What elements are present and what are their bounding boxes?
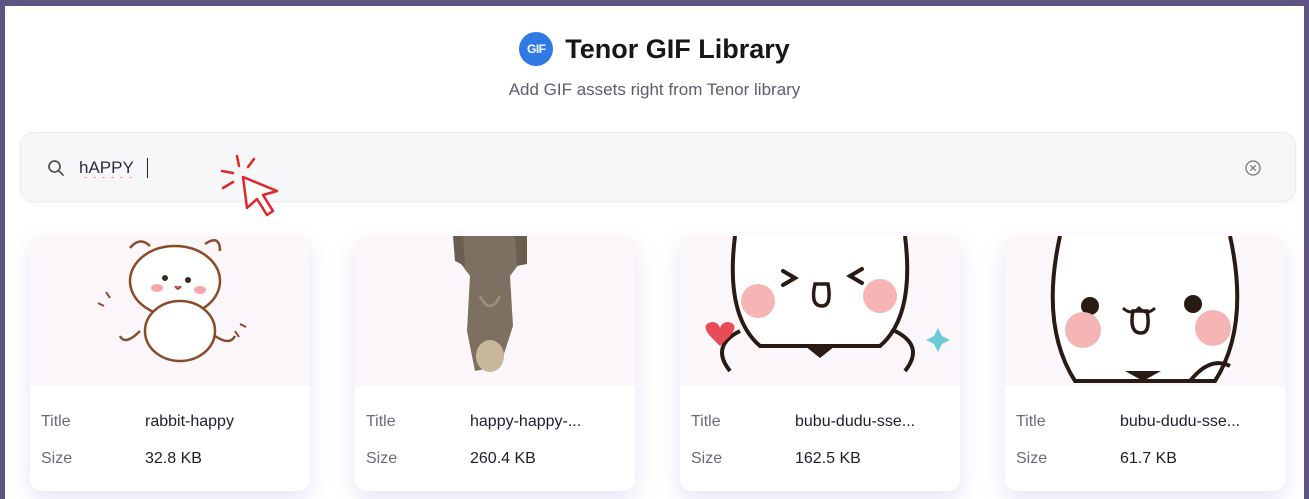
header: GIF Tenor GIF Library Add GIF assets rig… xyxy=(5,32,1304,100)
clear-icon[interactable] xyxy=(1244,159,1262,177)
search-bar[interactable] xyxy=(20,132,1296,202)
gif-card-meta: Title rabbit-happy Size 32.8 KB xyxy=(30,386,310,491)
size-label: Size xyxy=(1016,450,1048,467)
size-label: Size xyxy=(691,450,723,467)
title-label: Title xyxy=(1016,413,1046,430)
gif-library-panel: GIF Tenor GIF Library Add GIF assets rig… xyxy=(5,6,1304,499)
gif-size: 32.8 KB xyxy=(145,450,202,467)
tenor-gif-logo-icon: GIF xyxy=(519,32,554,66)
gif-title: rabbit-happy xyxy=(145,413,234,430)
page-subtitle: Add GIF assets right from Tenor library xyxy=(508,80,801,99)
bubu-happy-sticker-image xyxy=(1005,236,1285,386)
gif-card[interactable]: Title rabbit-happy Size 32.8 KB xyxy=(30,236,310,491)
gif-card[interactable]: Title bubu-dudu-sse... Size 61.7 KB xyxy=(1005,236,1285,491)
gif-card-meta: Title bubu-dudu-sse... Size 61.7 KB xyxy=(1005,386,1285,491)
gif-size: 162.5 KB xyxy=(795,450,861,467)
gif-thumbnail-bubu-laughing[interactable] xyxy=(680,236,960,386)
title-label: Title xyxy=(366,413,396,430)
title-label: Title xyxy=(691,413,721,430)
gif-title: bubu-dudu-sse... xyxy=(795,413,916,430)
gif-thumbnail-cat[interactable] xyxy=(355,236,635,386)
title-label: Title xyxy=(41,413,71,430)
gif-card[interactable]: Title happy-happy-... Size 260.4 KB xyxy=(355,236,635,491)
text-caret xyxy=(147,158,148,178)
rabbit-sticker-image xyxy=(30,236,310,386)
gif-results-grid: Title rabbit-happy Size 32.8 KB Title ha… xyxy=(5,236,1304,499)
gif-card[interactable]: Title bubu-dudu-sse... Size 162.5 KB xyxy=(680,236,960,491)
gif-title: bubu-dudu-sse... xyxy=(1120,413,1241,430)
cat-photo-image xyxy=(355,236,635,386)
search-icon xyxy=(48,160,64,176)
bubu-laughing-sticker-image xyxy=(680,236,960,386)
gif-size: 61.7 KB xyxy=(1120,450,1177,467)
page-title: Tenor GIF Library xyxy=(565,33,790,64)
gif-card-meta: Title bubu-dudu-sse... Size 162.5 KB xyxy=(680,386,960,491)
gif-thumbnail-bubu-happy[interactable] xyxy=(1005,236,1285,386)
size-label: Size xyxy=(41,450,73,467)
gif-card-meta: Title happy-happy-... Size 260.4 KB xyxy=(355,386,635,491)
gif-title: happy-happy-... xyxy=(470,413,582,430)
title-row: GIF Tenor GIF Library xyxy=(5,32,1304,66)
gif-thumbnail-rabbit[interactable] xyxy=(30,236,310,386)
size-label: Size xyxy=(366,450,398,467)
click-cursor-icon xyxy=(220,154,279,217)
search-input[interactable] xyxy=(79,153,979,183)
gif-size: 260.4 KB xyxy=(470,450,536,467)
